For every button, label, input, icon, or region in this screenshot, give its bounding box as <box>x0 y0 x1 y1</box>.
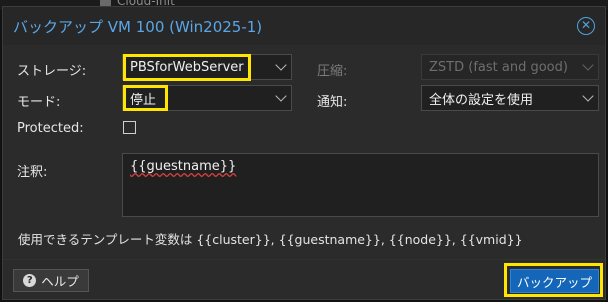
mode-select[interactable]: 停止 <box>122 85 292 111</box>
storage-select[interactable]: PBSforWebServer <box>122 54 292 80</box>
chevron-down-icon <box>582 59 594 71</box>
chevron-down-icon <box>275 90 287 102</box>
compression-label: 圧縮: <box>317 64 348 79</box>
mode-label: モード: <box>17 95 61 110</box>
close-icon[interactable]: ✕ <box>577 17 595 35</box>
template-variables-hint: 使用できるテンプレート変数は {{cluster}}, {{guestname}… <box>18 232 523 247</box>
chevron-down-icon <box>582 90 594 102</box>
notification-value: 全体の設定を使用 <box>429 92 534 108</box>
footer-divider <box>3 259 605 260</box>
backup-dialog: バックアップ VM 100 (Win2025-1) ✕ ストレージ: PBSfo… <box>2 6 606 300</box>
compression-value: ZSTD (fast and good) <box>429 59 568 75</box>
chevron-down-icon <box>275 59 287 71</box>
backup-button-label: バックアップ <box>516 274 592 290</box>
storage-label: ストレージ: <box>17 64 87 79</box>
notification-label: 通知: <box>317 95 348 110</box>
help-button-label: ヘルプ <box>41 274 79 289</box>
protected-checkbox[interactable] <box>123 121 136 134</box>
backup-button[interactable]: バックアップ <box>510 269 599 293</box>
notes-label: 注釈: <box>17 165 48 180</box>
notes-textarea[interactable]: {{guestname}} <box>122 153 599 217</box>
protected-label: Protected: <box>17 121 84 136</box>
question-circle-icon: ? <box>23 274 37 287</box>
dialog-header: バックアップ VM 100 (Win2025-1) ✕ <box>3 7 605 45</box>
dialog-title: バックアップ VM 100 (Win2025-1) <box>13 17 263 36</box>
storage-value: PBSforWebServer <box>130 59 244 75</box>
mode-value: 停止 <box>130 92 157 108</box>
notes-value: {{guestname}} <box>130 159 237 174</box>
notification-select[interactable]: 全体の設定を使用 <box>421 85 599 111</box>
compression-select[interactable]: ZSTD (fast and good) <box>421 54 599 80</box>
help-button[interactable]: ? ヘルプ <box>13 269 89 292</box>
